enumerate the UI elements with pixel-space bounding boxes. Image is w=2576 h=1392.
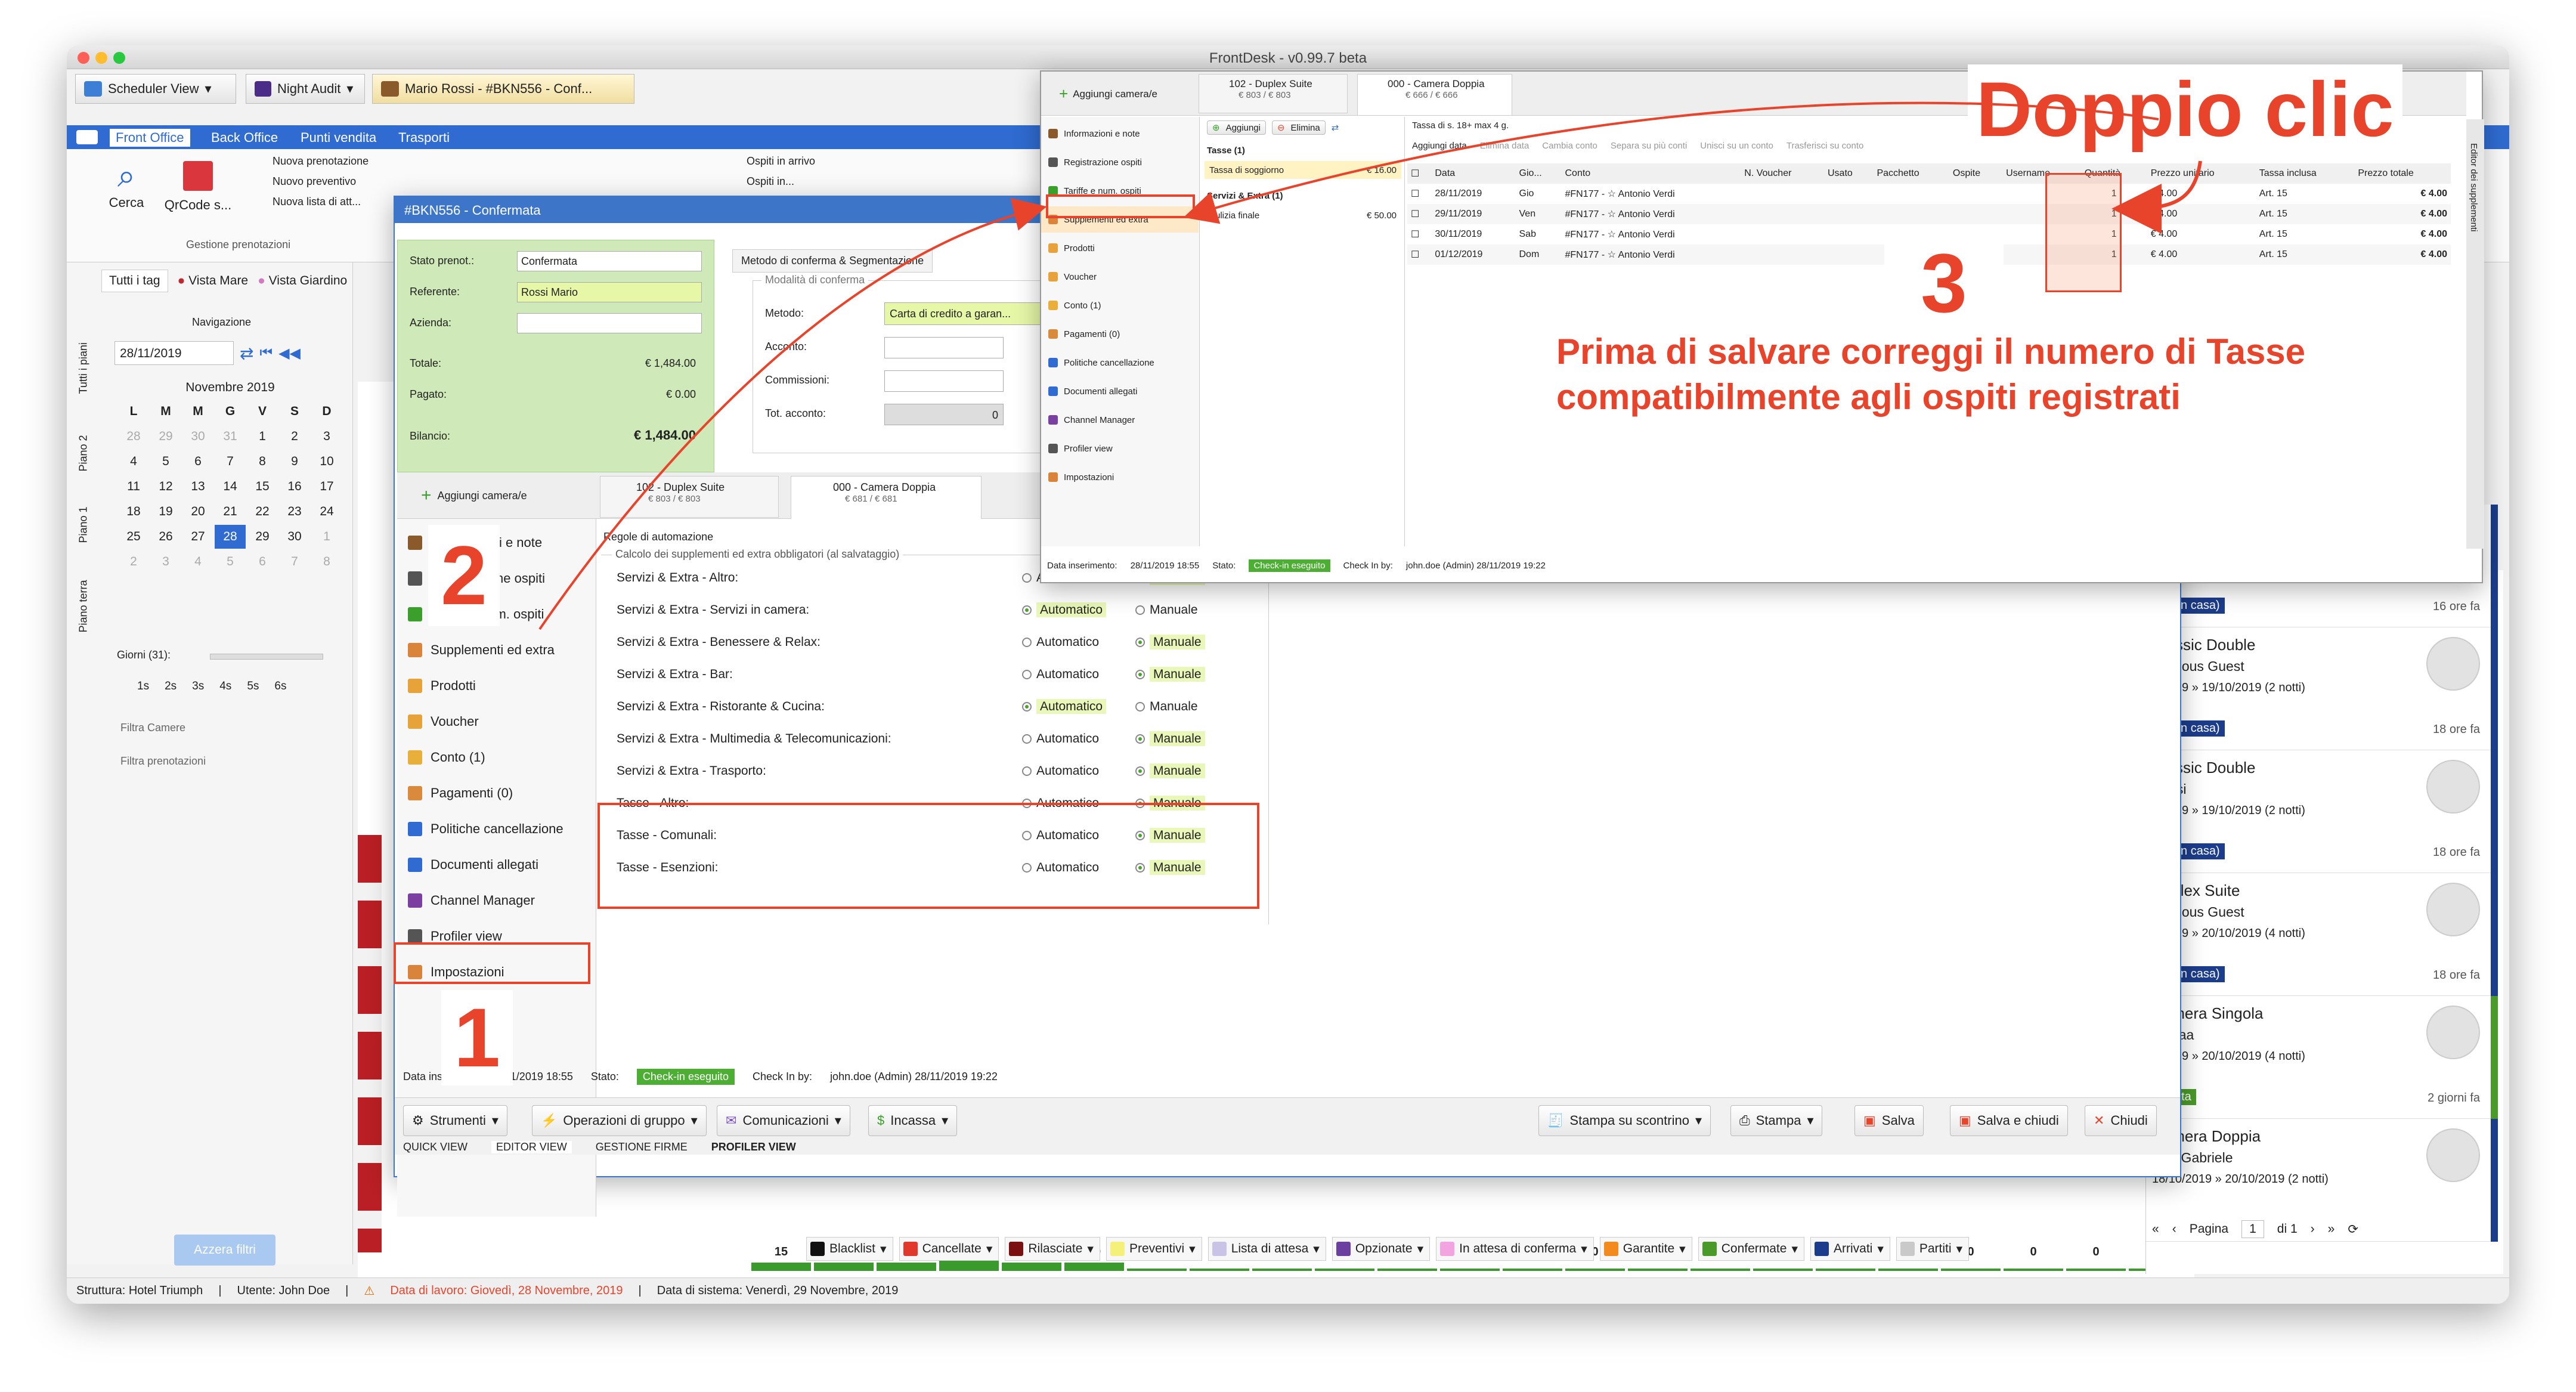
annotation-arrows <box>538 101 2202 630</box>
arrow-double-click <box>1183 101 2159 224</box>
arrow-quantity <box>2111 160 2202 234</box>
arrow-step2 <box>538 198 1047 630</box>
